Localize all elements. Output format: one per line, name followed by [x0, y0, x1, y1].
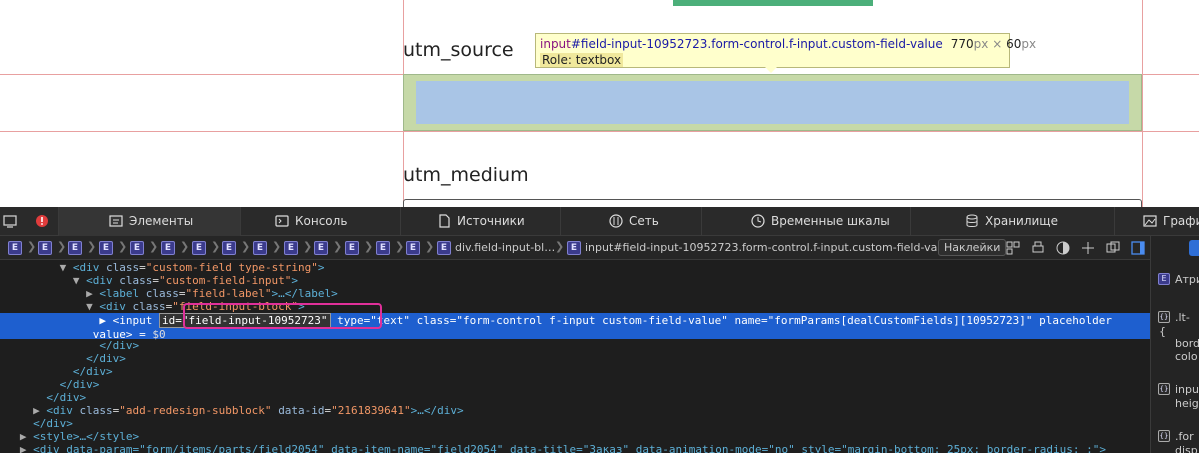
appearance-icon[interactable]: [1056, 241, 1070, 255]
breadcrumb-element[interactable]: E: [345, 241, 359, 255]
breadcrumb-element[interactable]: E: [68, 241, 82, 255]
dock-icon[interactable]: [3, 214, 17, 228]
breadcrumb-element[interactable]: E: [406, 241, 420, 255]
dom-node[interactable]: </div>: [0, 365, 1150, 378]
utm-medium-label: utm_medium: [403, 164, 529, 186]
dom-node[interactable]: ▶ <div data-param="form/items/parts/fiel…: [0, 443, 1150, 453]
breadcrumb-element[interactable]: E: [253, 241, 267, 255]
rule-selector[interactable]: input: [1175, 383, 1199, 396]
tab-network[interactable]: Сеть: [560, 207, 701, 236]
element-badge: E: [1158, 273, 1170, 285]
stickers-button[interactable]: Наклейки: [938, 239, 1007, 256]
compositing-icon[interactable]: [1106, 241, 1120, 255]
selected-dom-node[interactable]: ▶ <input id="field-input-10952723" type=…: [0, 313, 1150, 341]
tab-graphics[interactable]: Графика: [1114, 207, 1199, 236]
console-icon: [275, 215, 289, 227]
css-property[interactable]: colo: [1175, 350, 1198, 363]
breadcrumb-element[interactable]: E: [567, 241, 581, 255]
devtools-tabbar: Элементы Консоль Источники Сеть Временны…: [0, 207, 1199, 236]
dom-node[interactable]: ▶ <div class="add-redesign-subblock" dat…: [0, 404, 1150, 417]
css-property[interactable]: heig: [1175, 397, 1199, 410]
layout-guide-right: [1142, 0, 1143, 207]
breadcrumb-element[interactable]: E: [284, 241, 298, 255]
elements-icon: [109, 215, 123, 227]
rule-icon: {}: [1158, 311, 1170, 323]
breadcrumb-element[interactable]: E: [130, 241, 144, 255]
css-property[interactable]: bord: [1175, 337, 1199, 350]
utm-source-label: utm_source: [403, 39, 514, 61]
submit-button[interactable]: [673, 0, 873, 6]
dom-node[interactable]: </div>: [0, 352, 1150, 365]
breadcrumb-div[interactable]: div.field-input-bl…: [455, 241, 555, 254]
dom-node[interactable]: </div>: [0, 339, 1150, 352]
rule-icon: {}: [1158, 430, 1170, 442]
tab-timelines[interactable]: Временные шкалы: [701, 207, 910, 236]
tab-storage[interactable]: Хранилище: [910, 207, 1114, 236]
dom-node[interactable]: ▶ <label class="field-label">…</label>: [0, 287, 1150, 300]
layout-guide-bottom: [0, 131, 1199, 132]
breadcrumb-element[interactable]: E: [161, 241, 175, 255]
dom-node[interactable]: ▼ <div class="custom-field type-string">: [0, 261, 1150, 274]
breadcrumb-element[interactable]: E: [314, 241, 328, 255]
breadcrumb: E ❯ E ❯ E ❯ E ❯ E ❯ E ❯ E ❯ E ❯ E ❯ E ❯ …: [0, 236, 1150, 260]
styles-sidebar: E Атри {} .lt- { bord colo {} input heig…: [1150, 236, 1199, 453]
timeline-icon: [751, 214, 765, 228]
network-icon: [609, 214, 623, 228]
storage-icon: [966, 214, 978, 227]
tooltip-selector: #field-input-10952723.form-control.f-inp…: [570, 37, 943, 51]
error-icon[interactable]: [35, 214, 49, 228]
graphics-icon: [1143, 215, 1157, 227]
utm-medium-input[interactable]: [403, 199, 1142, 207]
dom-node[interactable]: </div>: [0, 417, 1150, 430]
inspector-tooltip: input#field-input-10952723.form-control.…: [535, 33, 1036, 68]
breadcrumb-element[interactable]: E: [222, 241, 236, 255]
tab-console[interactable]: Консоль: [240, 207, 400, 236]
breadcrumb-element[interactable]: E: [376, 241, 390, 255]
dom-node[interactable]: ▶ <style>…</style>: [0, 430, 1150, 443]
dom-node[interactable]: ▼ <div class="custom-field-input">: [0, 274, 1150, 287]
attributes-label[interactable]: Атри: [1175, 273, 1199, 286]
dom-node[interactable]: ▼ <div class="field-input-block">: [0, 300, 1150, 313]
dom-node[interactable]: </div>: [0, 391, 1150, 404]
id-highlight-annotation: [183, 303, 382, 329]
sidebar-toggle-icon[interactable]: [1131, 241, 1145, 255]
page-viewport: utm_source utm_medium input#field-input-…: [0, 0, 1199, 207]
tab-sources[interactable]: Источники: [400, 207, 560, 236]
tab-elements[interactable]: Элементы: [58, 207, 240, 236]
breadcrumb-element[interactable]: E: [38, 241, 52, 255]
breadcrumb-element[interactable]: E: [8, 241, 22, 255]
sources-icon: [439, 214, 450, 228]
tooltip-role: Role: textbox: [540, 53, 624, 67]
breadcrumb-element[interactable]: E: [192, 241, 206, 255]
print-icon[interactable]: [1031, 241, 1045, 255]
rule-icon: {}: [1158, 383, 1170, 395]
tooltip-dimensions: 770px × 60px: [950, 37, 1037, 51]
breadcrumb-element[interactable]: E: [99, 241, 113, 255]
tooltip-tag: input: [540, 37, 571, 51]
rule-selector[interactable]: .lt-: [1175, 311, 1190, 324]
input-content-highlight: [416, 81, 1129, 124]
tooltip-arrow: [765, 67, 777, 73]
rule-selector[interactable]: .for: [1175, 430, 1194, 443]
breadcrumb-input[interactable]: input#field-input-10952723.form-control.…: [585, 241, 954, 254]
styles-tab-indicator[interactable]: [1189, 240, 1199, 256]
devtools-panel: Элементы Консоль Источники Сеть Временны…: [0, 207, 1199, 453]
grid-icon[interactable]: [1006, 241, 1020, 255]
css-property[interactable]: disp: [1175, 444, 1198, 453]
dom-tree[interactable]: ▼ <div class="custom-field type-string">…: [0, 261, 1150, 453]
crosshair-icon[interactable]: [1081, 241, 1095, 255]
breadcrumb-element[interactable]: E: [437, 241, 451, 255]
dom-node[interactable]: </div>: [0, 378, 1150, 391]
utm-source-input[interactable]: [403, 74, 1142, 131]
